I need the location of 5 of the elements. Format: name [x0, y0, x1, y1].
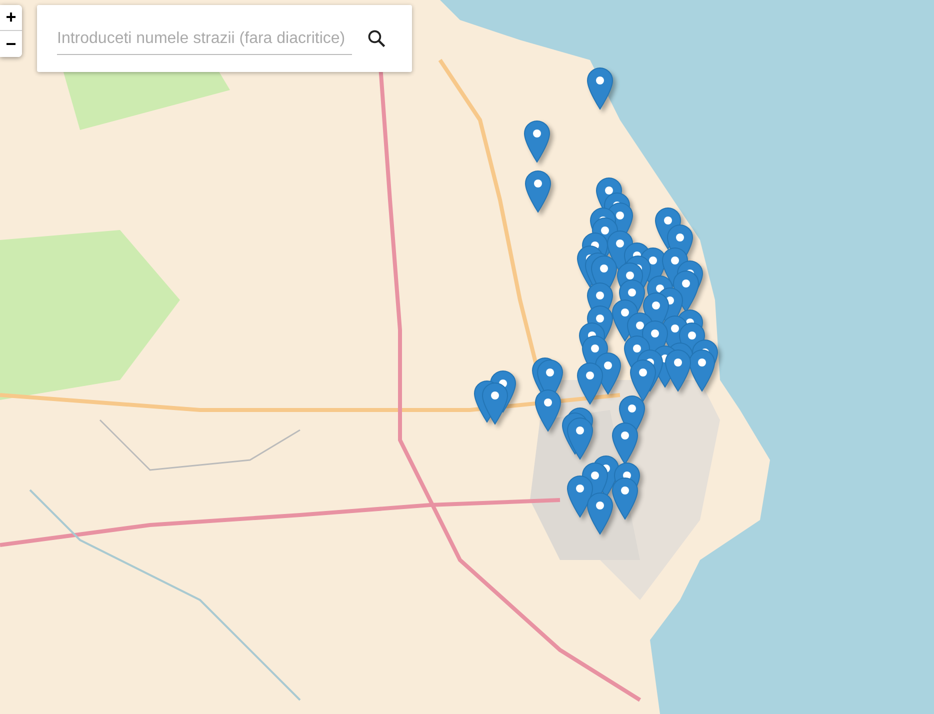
map-drawing[interactable] — [0, 0, 934, 714]
zoom-out-button[interactable]: − — [0, 31, 22, 57]
search-box[interactable]: Introduceti numele strazii (fara diacritice) — [37, 5, 412, 72]
zoom-in-button[interactable]: + — [0, 5, 22, 31]
search-icon — [366, 28, 388, 50]
